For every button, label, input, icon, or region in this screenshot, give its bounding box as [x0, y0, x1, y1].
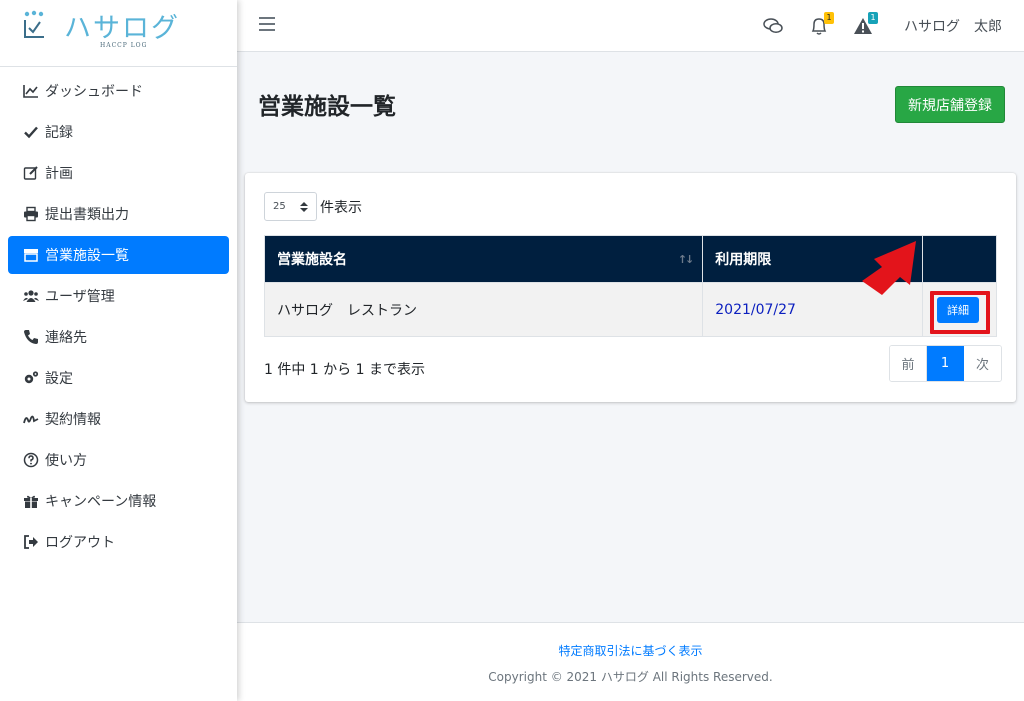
column-header-name[interactable]: 営業施設名 ↑↓ — [263, 235, 704, 283]
sidebar-item-label: 契約情報 — [45, 412, 101, 428]
gift-icon — [22, 493, 40, 509]
sidebar-item-label: キャンペーン情報 — [45, 494, 157, 510]
notification-badge: 1 — [824, 12, 834, 24]
sidebar-nav: ダッシュボード 記録 計画 提出書類出力 営業施設一覧 ユーザ管理 連絡先 設定… — [0, 72, 237, 564]
table-info: 1 件中 1 から 1 まで表示 — [264, 362, 425, 378]
sidebar-item-label: 計画 — [45, 166, 73, 182]
sidebar-item-facilities[interactable]: 営業施設一覧 — [8, 236, 229, 274]
pagination-page-1[interactable]: 1 — [927, 346, 964, 381]
legal-notice-link[interactable]: 特定商取引法に基づく表示 — [237, 642, 1024, 659]
pagination-prev[interactable]: 前 — [890, 346, 927, 381]
sidebar-item-label: 設定 — [45, 371, 73, 387]
sidebar-item-contacts[interactable]: 連絡先 — [8, 318, 229, 356]
brand-name: ハサログ — [64, 13, 180, 44]
page-length-label: 件表示 — [320, 200, 362, 216]
signature-icon — [22, 411, 40, 427]
column-header-label: 利用期限 — [715, 252, 772, 268]
new-store-button[interactable]: 新規店舗登録 — [895, 86, 1005, 123]
chart-line-icon — [22, 83, 40, 99]
sidebar-item-help[interactable]: 使い方 — [8, 441, 229, 479]
red-arrow-annotation-icon — [862, 241, 916, 295]
sidebar-item-logout[interactable]: ログアウト — [8, 523, 229, 561]
pagination: 前 1 次 — [889, 345, 1002, 382]
sidebar-item-label: 使い方 — [45, 453, 87, 469]
sidebar-item-campaign[interactable]: キャンペーン情報 — [8, 482, 229, 520]
sidebar-item-label: 営業施設一覧 — [45, 248, 129, 264]
brand-subtitle: HACCP LOG — [100, 42, 148, 49]
check-icon — [22, 124, 40, 140]
edit-icon — [22, 165, 40, 181]
sidebar-item-settings[interactable]: 設定 — [8, 359, 229, 397]
sidebar-item-users[interactable]: ユーザ管理 — [8, 277, 229, 315]
store-icon — [22, 247, 40, 263]
sidebar-item-label: 記録 — [45, 125, 73, 141]
footer: 特定商取引法に基づく表示 Copyright © 2021 ハサログ All R… — [237, 622, 1024, 701]
chat-icon[interactable] — [762, 15, 784, 37]
users-icon — [22, 288, 40, 304]
sidebar-item-label: ログアウト — [45, 535, 115, 551]
brand[interactable]: ハサログ HACCP LOG — [0, 0, 237, 67]
facility-name-cell: ハサログ レストラン — [263, 282, 704, 337]
highlight-box-annotation — [930, 291, 990, 334]
pagination-next[interactable]: 次 — [964, 346, 1001, 381]
alert-badge: 1 — [868, 12, 878, 24]
sort-arrows-icon: ↑↓ — [677, 253, 695, 266]
page-length-value: 25 — [273, 201, 286, 212]
page-length-select[interactable]: 25 — [264, 192, 317, 221]
column-header-label: 営業施設名 — [277, 252, 347, 268]
sidebar-item-label: ユーザ管理 — [45, 289, 115, 305]
copyright-text: Copyright © 2021 ハサログ All Rights Reserve… — [488, 670, 773, 684]
printer-icon — [22, 206, 40, 222]
warning-icon[interactable]: 1 — [852, 12, 878, 37]
sidebar-item-label: 連絡先 — [45, 330, 87, 346]
question-circle-icon — [22, 452, 40, 468]
gears-icon — [22, 370, 40, 386]
sidebar-item-records[interactable]: 記録 — [8, 113, 229, 151]
sidebar-item-documents[interactable]: 提出書類出力 — [8, 195, 229, 233]
logout-icon — [22, 534, 40, 550]
sidebar-item-plan[interactable]: 計画 — [8, 154, 229, 192]
menu-toggle-icon[interactable] — [259, 17, 275, 31]
sidebar-item-contract[interactable]: 契約情報 — [8, 400, 229, 438]
sidebar: ハサログ HACCP LOG ダッシュボード 記録 計画 提出書類出力 営業施設… — [0, 0, 237, 701]
column-header-action — [922, 235, 997, 283]
page-title: 営業施設一覧 — [258, 94, 396, 120]
phone-icon — [22, 329, 40, 345]
bell-icon[interactable]: 1 — [808, 12, 834, 37]
top-header: 1 1 ハサログ 太郎 — [237, 0, 1024, 52]
sidebar-item-dashboard[interactable]: ダッシュボード — [8, 72, 229, 110]
user-menu[interactable]: ハサログ 太郎 — [904, 16, 1002, 36]
sort-caret-icon — [300, 202, 308, 212]
sidebar-item-label: ダッシュボード — [45, 84, 143, 100]
logo-icon — [24, 10, 44, 38]
sidebar-item-label: 提出書類出力 — [45, 207, 129, 223]
